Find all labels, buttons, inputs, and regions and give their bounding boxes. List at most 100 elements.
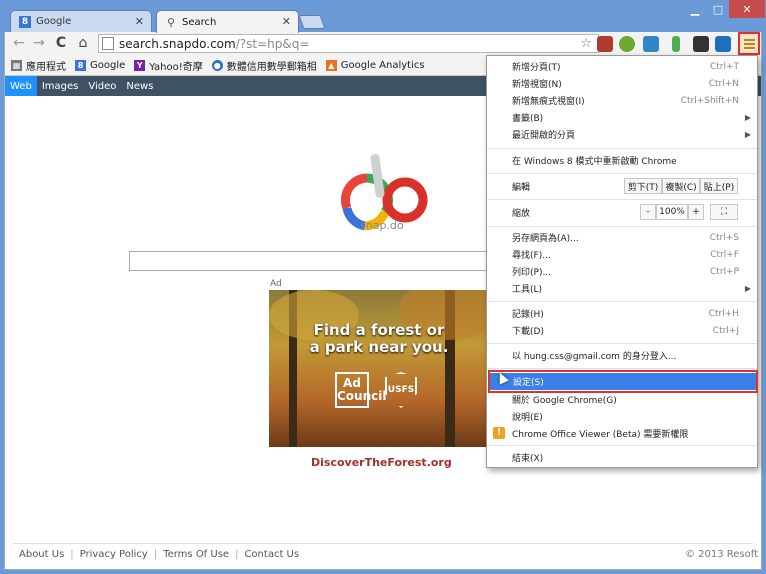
- tab-strip: 8 Google ✕ ⚲ Search ✕ ▁ □ ✕: [0, 0, 766, 33]
- cut-button[interactable]: 剪下(T): [624, 178, 662, 194]
- menu-separator: [487, 226, 757, 227]
- menu-shortcut: Ctrl+P: [710, 266, 739, 277]
- ad-url-link[interactable]: DiscoverTheForest.org: [311, 456, 452, 469]
- menu-label: 說明(E): [512, 413, 543, 423]
- bookmark-apps[interactable]: ▦ 應用程式: [11, 58, 66, 73]
- extension-bar-icon[interactable]: [672, 36, 680, 52]
- zoom-level: 100%: [656, 204, 688, 220]
- bookmark-label: Yahoo!奇摩: [149, 62, 203, 73]
- extension-s-icon[interactable]: [715, 36, 731, 52]
- logo-text: snap.do: [360, 219, 404, 232]
- tab-search[interactable]: ⚲ Search ✕: [156, 10, 299, 33]
- forward-button[interactable]: →: [31, 35, 47, 51]
- back-button[interactable]: ←: [11, 35, 27, 51]
- menu-label: 關於 Google Chrome(G): [512, 396, 617, 406]
- fullscreen-icon[interactable]: ⛶: [710, 204, 738, 220]
- footer-link-about[interactable]: About Us: [19, 549, 64, 560]
- menu-new-window[interactable]: 新增視窗(N) Ctrl+N: [487, 75, 757, 92]
- search-nav-web[interactable]: Web: [5, 76, 37, 96]
- address-bar[interactable]: search.snapdo.com /?st=hp&q= ☆: [98, 34, 599, 53]
- ad-label: Ad: [270, 279, 282, 289]
- menu-label: 下載(D): [512, 327, 544, 337]
- new-tab-button[interactable]: [298, 15, 326, 29]
- bookmark-site[interactable]: ● 數體信用數學郵箱相: [211, 58, 317, 73]
- ad-banner[interactable]: Find a forest or a park near you. Ad Cou…: [269, 290, 489, 447]
- footer-divider: [13, 543, 753, 544]
- menu-shortcut: Ctrl+Shift+N: [680, 95, 739, 106]
- tab-google[interactable]: 8 Google ✕: [10, 10, 152, 32]
- menu-label: 最近開啟的分頁: [512, 131, 576, 141]
- extension-green-icon[interactable]: [619, 36, 635, 52]
- footer-link-terms[interactable]: Terms Of Use: [163, 549, 229, 560]
- menu-new-tab[interactable]: 新增分頁(T) Ctrl+T: [487, 58, 757, 75]
- zoom-out-button[interactable]: -: [640, 204, 656, 220]
- menu-label: 設定(S): [513, 378, 544, 388]
- bookmark-star-icon[interactable]: ☆: [580, 36, 592, 51]
- menu-print[interactable]: 列印(P)... Ctrl+P: [487, 263, 757, 280]
- menu-find[interactable]: 尋找(F)... Ctrl+F: [487, 246, 757, 263]
- menu-shortcut: Ctrl+H: [708, 308, 739, 319]
- menu-zoom-row: 縮放 - 100% + ⛶: [487, 202, 757, 222]
- menu-label: 新增視窗(N): [512, 80, 562, 90]
- apps-icon: ▦: [11, 60, 22, 71]
- menu-incognito[interactable]: 新增無痕式視窗(I) Ctrl+Shift+N: [487, 92, 757, 109]
- footer-link-privacy[interactable]: Privacy Policy: [80, 549, 148, 560]
- copy-button[interactable]: 複製(C): [662, 178, 700, 194]
- menu-about[interactable]: 關於 Google Chrome(G): [487, 391, 757, 408]
- paste-button[interactable]: 貼上(P): [700, 178, 738, 194]
- menu-shortcut: Ctrl+N: [708, 78, 739, 89]
- menu-signin[interactable]: 以 hung.css@gmail.com 的身分登入...: [487, 347, 757, 364]
- home-button[interactable]: ⌂: [75, 35, 91, 51]
- bookmark-label: Google Analytics: [340, 60, 425, 71]
- reload-button[interactable]: C: [53, 35, 69, 51]
- menu-label: 新增分頁(T): [512, 63, 561, 73]
- close-window-button[interactable]: ✕: [729, 0, 765, 18]
- menu-shortcut: Ctrl+J: [712, 325, 739, 336]
- menu-relaunch-win8[interactable]: 在 Windows 8 模式中重新啟動 Chrome: [487, 152, 757, 169]
- menu-separator: [487, 301, 757, 302]
- bookmark-google[interactable]: 8 Google: [75, 60, 125, 71]
- bookmark-yahoo[interactable]: Y Yahoo!奇摩: [134, 58, 203, 73]
- menu-label: 列印(P)...: [512, 268, 552, 278]
- chrome-menu-button[interactable]: [738, 32, 760, 55]
- extension-red-icon[interactable]: [597, 36, 613, 52]
- translate-extension-icon[interactable]: [643, 36, 659, 52]
- minimize-button[interactable]: ▁: [683, 0, 707, 18]
- bookmark-analytics[interactable]: ▲ Google Analytics: [325, 60, 425, 71]
- menu-office-viewer[interactable]: ! Chrome Office Viewer (Beta) 需要新權限: [487, 425, 757, 442]
- bookmark-label: Google: [90, 60, 126, 71]
- menu-tools[interactable]: 工具(L) ▶: [487, 280, 757, 297]
- footer-link-contact[interactable]: Contact Us: [244, 549, 299, 560]
- menu-separator: [487, 445, 757, 446]
- menu-label: 另存網頁為(A)...: [512, 234, 579, 244]
- copyright-text: © 2013 Resoft: [685, 549, 759, 560]
- menu-save-page[interactable]: 另存網頁為(A)... Ctrl+S: [487, 229, 757, 246]
- bookmark-label: 應用程式: [26, 62, 66, 73]
- menu-history[interactable]: 記錄(H) Ctrl+H: [487, 305, 757, 322]
- menu-bookmarks[interactable]: 書籤(B) ▶: [487, 109, 757, 126]
- menu-label: 在 Windows 8 模式中重新啟動 Chrome: [512, 157, 677, 167]
- zoom-in-button[interactable]: +: [688, 204, 704, 220]
- submenu-arrow-icon: ▶: [744, 113, 751, 122]
- search-nav-images[interactable]: Images: [37, 76, 84, 96]
- menu-settings[interactable]: 設定(S): [488, 373, 756, 390]
- menu-shortcut: Ctrl+F: [710, 249, 739, 260]
- menu-label: 尋找(F)...: [512, 251, 551, 261]
- menu-label: 編輯: [512, 182, 531, 193]
- submenu-arrow-icon: ▶: [744, 284, 751, 293]
- yahoo-icon: Y: [134, 60, 146, 71]
- search-favicon-icon: ⚲: [166, 15, 176, 29]
- ad-headline: Find a forest or a park near you.: [269, 322, 489, 356]
- menu-exit[interactable]: 結束(X): [487, 449, 757, 466]
- menu-separator: [487, 343, 757, 344]
- close-tab-icon[interactable]: ✕: [282, 15, 291, 28]
- search-nav-news[interactable]: News: [121, 76, 158, 96]
- google-favicon-icon: 8: [19, 15, 31, 28]
- menu-recent-tabs[interactable]: 最近開啟的分頁 ▶: [487, 126, 757, 143]
- menu-downloads[interactable]: 下載(D) Ctrl+J: [487, 322, 757, 339]
- menu-help[interactable]: 說明(E): [487, 408, 757, 425]
- maximize-button[interactable]: □: [707, 0, 729, 18]
- extension-dark-icon[interactable]: [693, 36, 709, 52]
- close-tab-icon[interactable]: ✕: [135, 15, 144, 28]
- search-nav-video[interactable]: Video: [83, 76, 121, 96]
